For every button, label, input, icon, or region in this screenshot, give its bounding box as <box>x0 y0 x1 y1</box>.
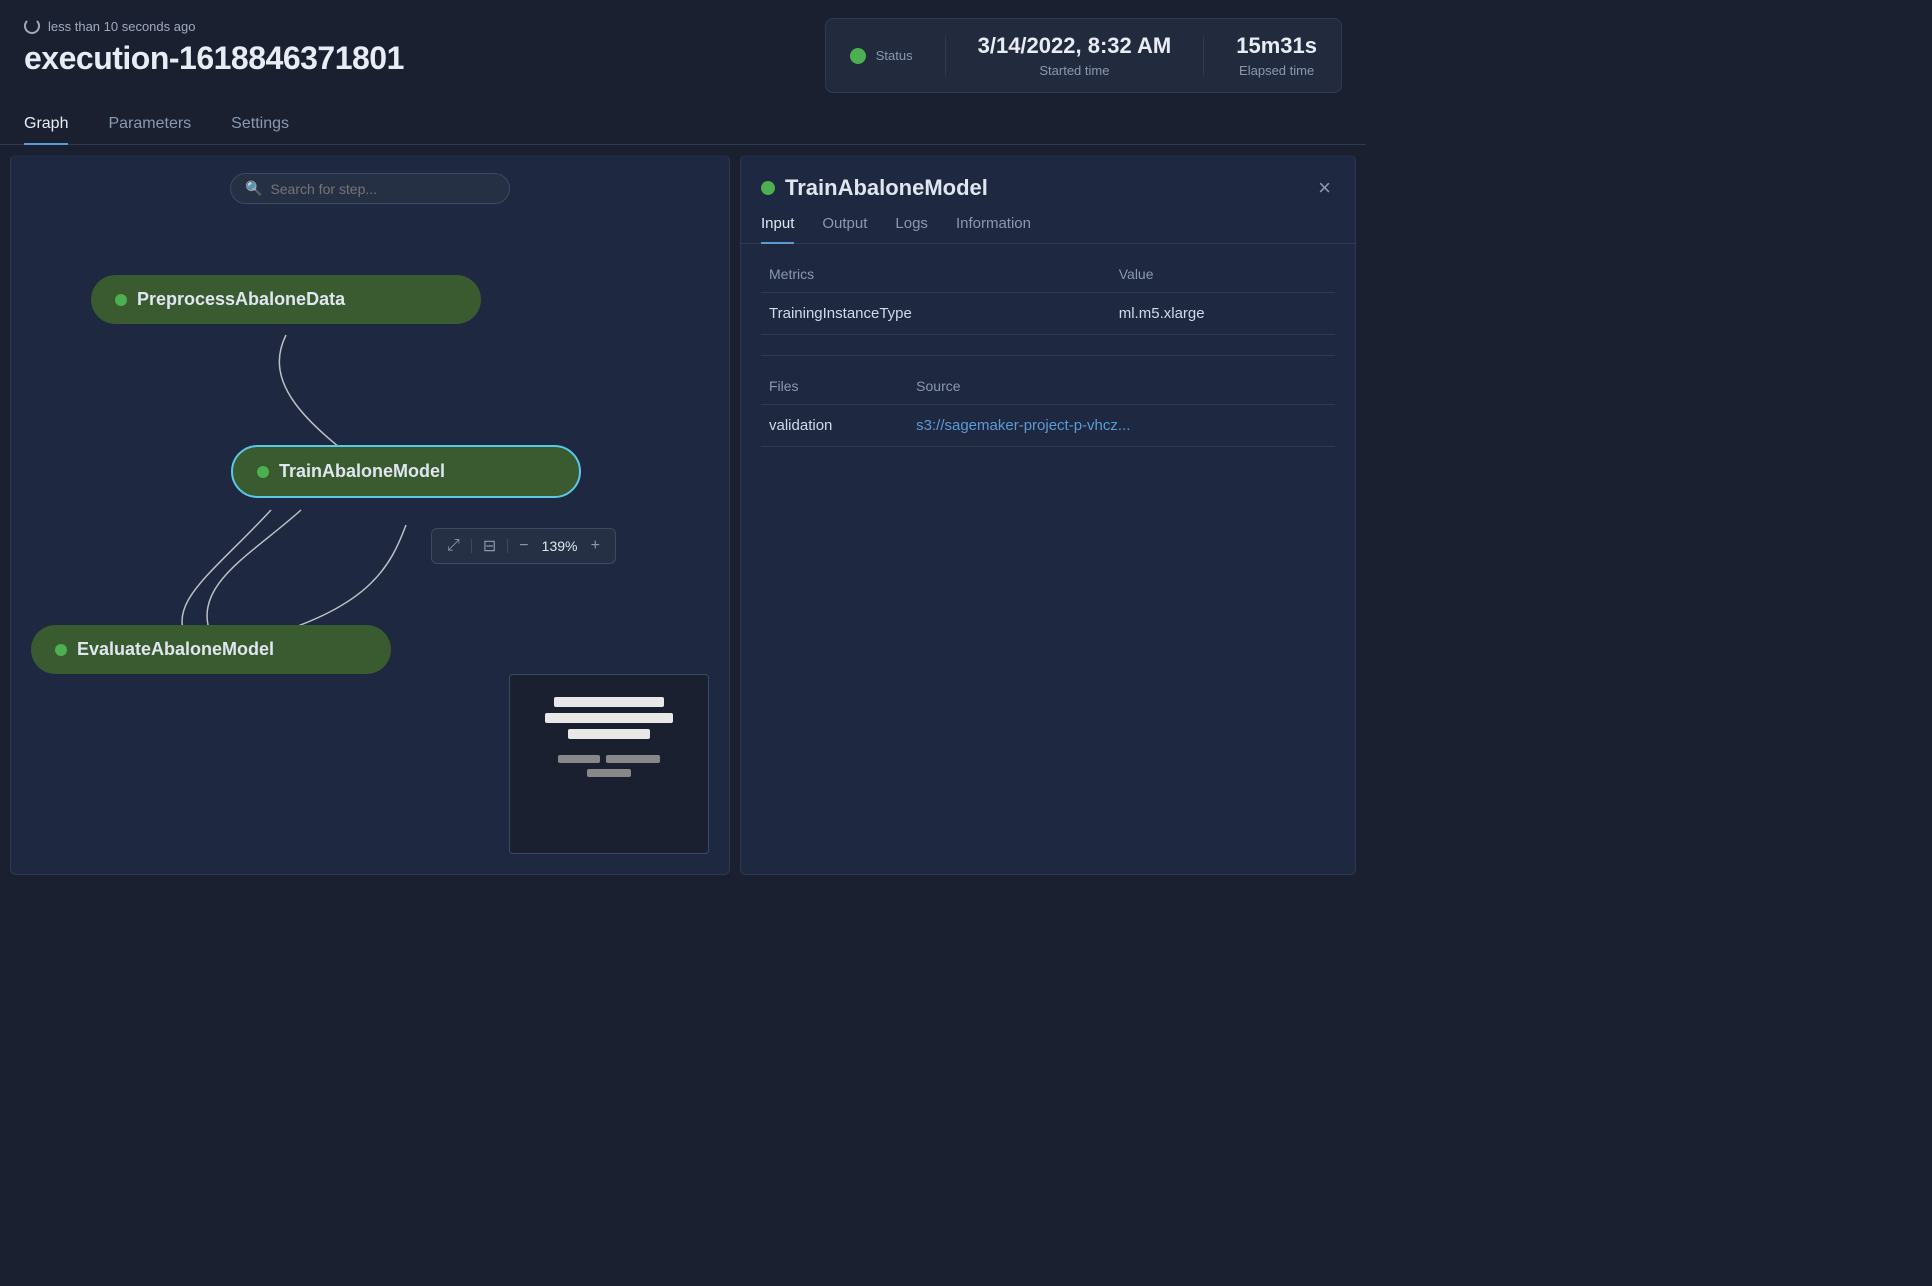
right-tab-output[interactable]: Output <box>822 215 867 244</box>
status-green-dot <box>850 48 866 64</box>
table-row: TrainingInstanceType ml.m5.xlarge <box>761 293 1335 335</box>
source-header: Source <box>908 368 1335 405</box>
table-row: validation s3://sagemaker-project-p-vhcz… <box>761 405 1335 447</box>
status-box: Status 3/14/2022, 8:32 AM Started time 1… <box>825 18 1342 93</box>
right-panel: TrainAbaloneModel × Input Output Logs In… <box>740 155 1356 875</box>
started-time-label: Started time <box>1039 63 1109 78</box>
train-dot <box>257 466 269 478</box>
zoom-level: 139% <box>540 538 580 554</box>
evaluate-dot <box>55 644 67 656</box>
data-table: Metrics Value TrainingInstanceType ml.m5… <box>741 244 1355 447</box>
right-panel-title: TrainAbaloneModel <box>761 175 988 201</box>
zoom-toolbar: ⤢ ⊟ − 139% + <box>431 528 616 564</box>
panel-title-dot <box>761 181 775 195</box>
main-content: 🔍 PreprocessAbaloneData TrainAb <box>0 145 1366 885</box>
zoom-sep1 <box>471 539 472 553</box>
refresh-icon[interactable] <box>24 18 40 34</box>
divider-v2 <box>1203 36 1204 76</box>
metric-cell: TrainingInstanceType <box>761 293 1111 335</box>
header-left: less than 10 seconds ago execution-16188… <box>24 18 404 77</box>
panel-title-text: TrainAbaloneModel <box>785 175 988 201</box>
metrics-header: Metrics <box>761 256 1111 293</box>
right-tab-logs[interactable]: Logs <box>895 215 928 244</box>
status-item-status: Status <box>850 48 913 64</box>
search-bar: 🔍 <box>230 173 510 204</box>
graph-panel: 🔍 PreprocessAbaloneData TrainAb <box>10 155 730 875</box>
evaluate-label: EvaluateAbaloneModel <box>77 639 274 660</box>
fit-width-button[interactable]: ⊟ <box>478 534 501 558</box>
close-button[interactable]: × <box>1314 173 1335 203</box>
divider-v1 <box>945 36 946 76</box>
right-tab-information[interactable]: Information <box>956 215 1031 244</box>
metrics-section: Metrics Value TrainingInstanceType ml.m5… <box>761 256 1335 335</box>
value-header: Value <box>1111 256 1335 293</box>
tabs-bar: Graph Parameters Settings <box>0 105 1366 145</box>
execution-title: execution-1618846371801 <box>24 40 404 77</box>
source-cell[interactable]: s3://sagemaker-project-p-vhcz... <box>908 405 1335 447</box>
refresh-label: less than 10 seconds ago <box>48 19 195 34</box>
tab-parameters[interactable]: Parameters <box>108 105 191 145</box>
value-cell: ml.m5.xlarge <box>1111 293 1335 335</box>
files-table: Files Source validation s3://sagemaker-p… <box>761 368 1335 447</box>
zoom-in-button[interactable]: + <box>586 535 605 557</box>
right-panel-header: TrainAbaloneModel × <box>741 155 1355 203</box>
files-header: Files <box>761 368 908 405</box>
refresh-row: less than 10 seconds ago <box>24 18 404 34</box>
tab-settings[interactable]: Settings <box>231 105 289 145</box>
files-section: Files Source validation s3://sagemaker-p… <box>761 368 1335 447</box>
zoom-sep2 <box>507 539 508 553</box>
right-tab-input[interactable]: Input <box>761 215 794 244</box>
elapsed-time-label: Elapsed time <box>1239 63 1314 78</box>
search-input[interactable] <box>270 181 495 197</box>
node-preprocess[interactable]: PreprocessAbaloneData <box>91 275 481 324</box>
status-item-elapsed: 15m31s Elapsed time <box>1236 33 1317 78</box>
right-panel-tabs: Input Output Logs Information <box>741 203 1355 244</box>
fit-button[interactable]: ⤢ <box>442 535 465 557</box>
search-icon: 🔍 <box>245 180 262 197</box>
started-time-value: 3/14/2022, 8:32 AM <box>978 33 1172 59</box>
mini-map <box>509 674 709 854</box>
section-divider <box>761 355 1335 356</box>
train-label: TrainAbaloneModel <box>279 461 445 482</box>
preprocess-dot <box>115 294 127 306</box>
status-item-started: 3/14/2022, 8:32 AM Started time <box>978 33 1172 78</box>
metrics-table: Metrics Value TrainingInstanceType ml.m5… <box>761 256 1335 335</box>
header: less than 10 seconds ago execution-16188… <box>0 0 1366 105</box>
preprocess-label: PreprocessAbaloneData <box>137 289 345 310</box>
status-label: Status <box>876 48 913 63</box>
node-evaluate[interactable]: EvaluateAbaloneModel <box>31 625 391 674</box>
node-train[interactable]: TrainAbaloneModel <box>231 445 581 498</box>
elapsed-time-value: 15m31s <box>1236 33 1317 59</box>
file-cell: validation <box>761 405 908 447</box>
zoom-out-button[interactable]: − <box>514 535 533 557</box>
tab-graph[interactable]: Graph <box>24 105 68 145</box>
